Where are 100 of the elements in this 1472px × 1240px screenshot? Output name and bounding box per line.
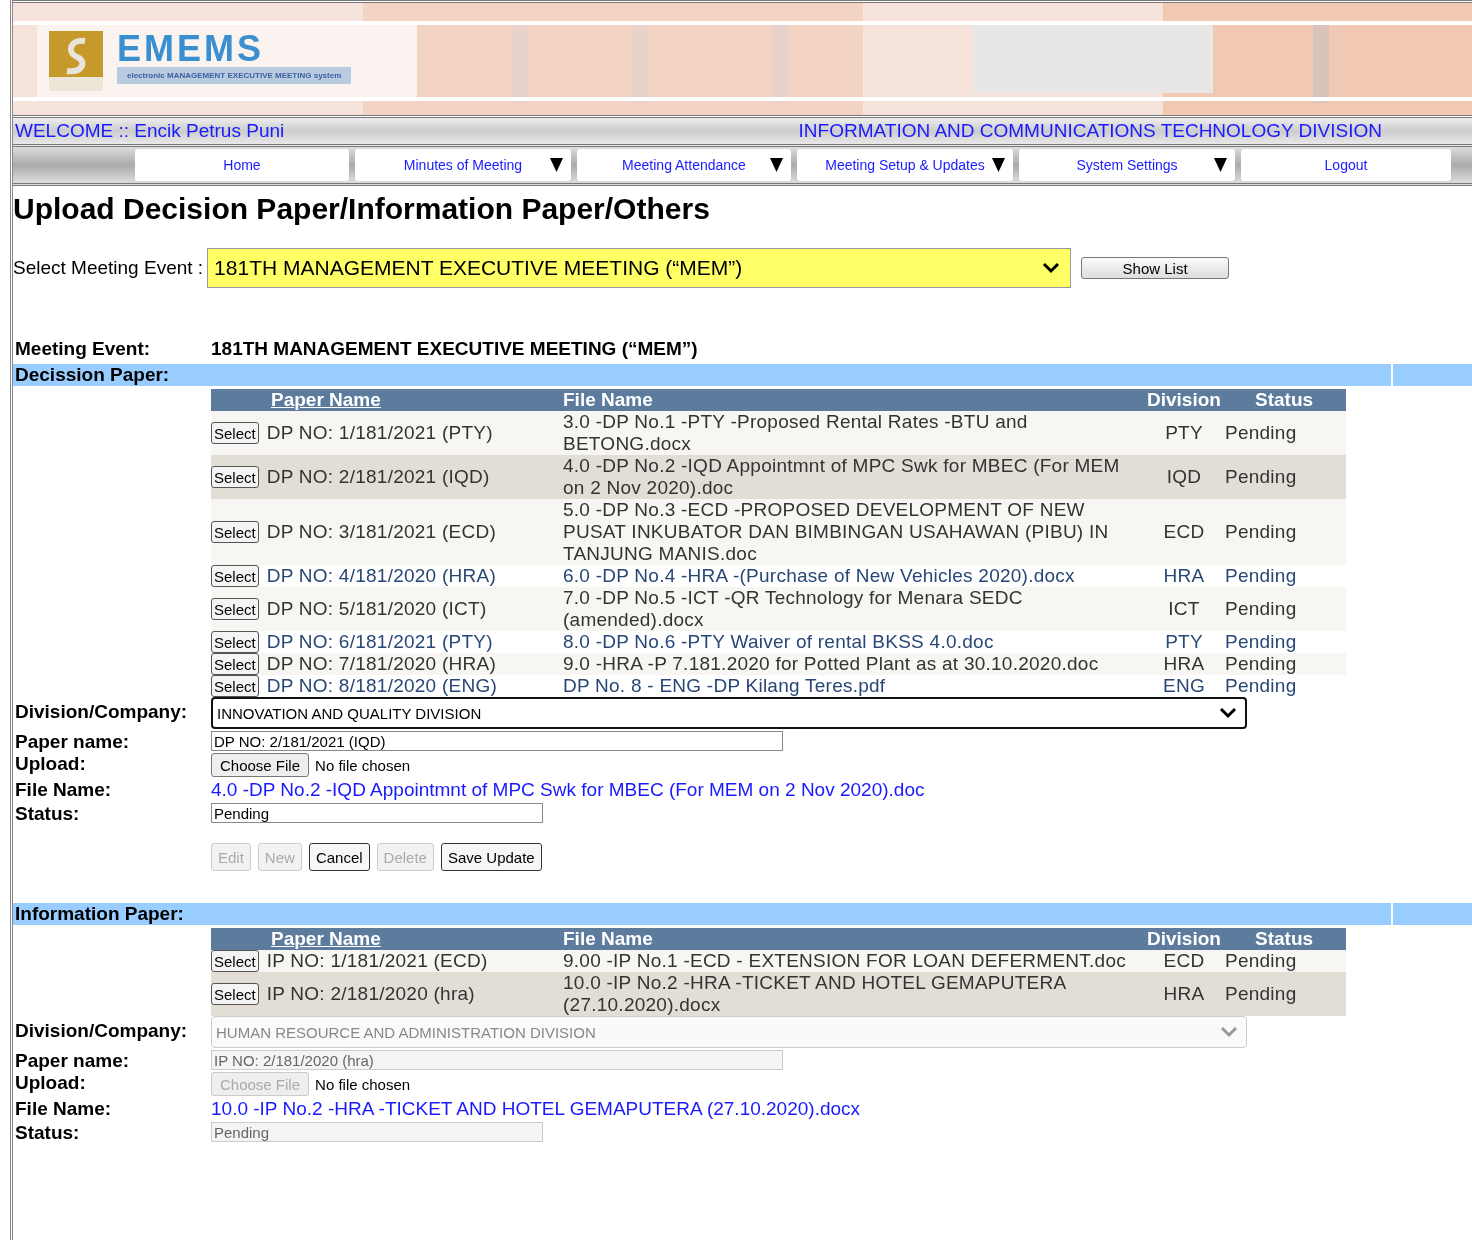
field-label: Status:: [14, 1122, 81, 1144]
file-name: 6.0 -DP No.4 -HRA -(Purchase of New Vehicles 2020).docx: [563, 565, 1075, 586]
field-label: Division/Company:: [14, 1019, 189, 1043]
action-button[interactable]: Save Update: [440, 843, 542, 871]
chevron-icon: [1219, 707, 1237, 719]
no-file-text: No file chosen: [315, 756, 411, 774]
file-name: 4.0 -DP No.2 -IQD Appointmnt of MPC Swk for MBEC (For MEM on 2 Nov 2020).doc: [563, 455, 1120, 498]
field-label: Upload:: [14, 753, 87, 776]
column-header: Division: [1147, 389, 1222, 411]
nav-menu-item[interactable]: System Settings: [1019, 149, 1235, 181]
file-name: DP No. 8 - ENG -DP Kilang Teres.pdf: [563, 675, 886, 696]
action-button[interactable]: Cancel: [308, 843, 370, 871]
select-button[interactable]: Select: [211, 422, 259, 444]
column-header: Division: [1147, 928, 1222, 950]
logo-text: EMEMS: [117, 31, 265, 67]
status-text: Pending: [1225, 653, 1297, 674]
division-name: INFORMATION AND COMMUNICATIONS TECHNOLOGY DIVISION: [798, 120, 1382, 142]
nav-menu-item[interactable]: Home: [135, 149, 349, 181]
table-row[interactable]: Select DP NO: 1/181/2021 (PTY) 3.0 -DP No.1 -PTY -Proposed Rental Rates -BTU and BETONG.docx PTY Pending: [211, 411, 1346, 455]
file-name: 9.0 -HRA -P 7.181.2020 for Potted Plant as at 30.10.2020.doc: [563, 653, 1099, 674]
logo-icon: [49, 31, 103, 91]
division-code: PTY: [1165, 631, 1203, 652]
field-label: Upload:: [14, 1072, 87, 1095]
select-button[interactable]: Select: [211, 598, 259, 620]
select-button[interactable]: Select: [211, 631, 259, 653]
paper-name: IP NO: 2/181/2020 (hra): [266, 983, 475, 1005]
show-list-button[interactable]: Show List: [1081, 257, 1230, 279]
column-header[interactable]: Paper Name: [271, 928, 563, 950]
file-link[interactable]: 4.0 -DP No.2 -IQD Appointmnt of MPC Swk for MBEC (For MEM on 2 Nov 2020).doc: [211, 779, 925, 801]
division-code: PTY: [1165, 422, 1203, 443]
division-dropdown[interactable]: INNOVATION AND QUALITY DIVISION: [211, 697, 1247, 729]
status-field[interactable]: Pending: [211, 803, 543, 823]
table-row[interactable]: Select IP NO: 1/181/2021 (ECD) 9.00 -IP No.1 -ECD - EXTENSION FOR LOAN DEFERMENT.doc ECD Pending: [211, 950, 1346, 972]
select-button[interactable]: Select: [211, 466, 259, 488]
nav-menu-item[interactable]: Meeting Attendance: [577, 149, 791, 181]
status-text: Pending: [1225, 521, 1297, 542]
division-code: IQD: [1166, 466, 1202, 487]
select-button[interactable]: Select: [211, 653, 259, 675]
paper-name-field[interactable]: DP NO: 2/181/2021 (IQD): [211, 731, 783, 751]
caret-icon: [550, 158, 563, 172]
field-label: File Name:: [14, 779, 113, 802]
welcome-text: WELCOME :: Encik Petrus Puni: [15, 120, 285, 142]
nav-menu-item[interactable]: Logout: [1241, 149, 1451, 181]
chevron-icon: [1042, 262, 1061, 274]
paper-name: DP NO: 6/181/2021 (PTY): [266, 631, 493, 653]
caret-icon: [992, 158, 1005, 172]
field-label: Paper name:: [14, 1050, 131, 1072]
field-label: Meeting Event:: [14, 338, 152, 360]
file-name: 7.0 -DP No.5 -ICT -QR Technology for Menara SEDC (amended).docx: [563, 587, 1023, 630]
column-header: File Name: [563, 928, 654, 950]
chevron-icon: [1220, 1026, 1238, 1038]
select-button[interactable]: Select: [211, 521, 259, 543]
paper-name: DP NO: 7/181/2020 (HRA): [266, 653, 496, 675]
select-button[interactable]: Select: [211, 565, 259, 587]
field-label: Select Meeting Event :: [13, 257, 204, 279]
file-name: 9.00 -IP No.1 -ECD - EXTENSION FOR LOAN DEFERMENT.doc: [563, 950, 1126, 971]
logo-tagline: electronic MANAGEMENT EXECUTIVE MEETING system: [117, 67, 352, 84]
select-button[interactable]: Select: [211, 675, 259, 697]
field-label: Status:: [14, 803, 81, 825]
status-text: Pending: [1225, 466, 1297, 487]
column-header: Status: [1255, 389, 1315, 411]
no-file-text: No file chosen: [315, 1075, 411, 1093]
field-label: File Name:: [14, 1098, 113, 1121]
choose-file-button[interactable]: Choose File: [211, 753, 310, 777]
meeting-event-value: 181TH MANAGEMENT EXECUTIVE MEETING (“MEM”): [211, 338, 699, 360]
table-row[interactable]: Select DP NO: 2/181/2021 (IQD) 4.0 -DP No.2 -IQD Appointmnt of MPC Swk for MBEC (For MEM on 2 Nov 2020).doc IQD Pending: [211, 455, 1346, 499]
table-row[interactable]: Select DP NO: 7/181/2020 (HRA) 9.0 -HRA -P 7.181.2020 for Potted Plant as at 30.10.2020.doc HRA Pending: [211, 653, 1346, 675]
paper-name: DP NO: 4/181/2020 (HRA): [266, 565, 496, 587]
table-row[interactable]: Select DP NO: 3/181/2021 (ECD) 5.0 -DP No.3 -ECD -PROPOSED DEVELOPMENT OF NEW PUSAT INKUBATOR DAN BIMBINGAN USAHAWAN (PIBU) IN TANJUNG MANIS.doc ECD Pending: [211, 499, 1346, 565]
field-label: Division/Company:: [14, 700, 189, 724]
meeting-dropdown[interactable]: 181TH MANAGEMENT EXECUTIVE MEETING (“MEM”): [207, 248, 1072, 288]
table-row[interactable]: Select IP NO: 2/181/2020 (hra) 10.0 -IP No.2 -HRA -TICKET AND HOTEL GEMAPUTERA (27.10.2020).docx HRA Pending: [211, 972, 1346, 1016]
select-button[interactable]: Select: [211, 983, 259, 1005]
status-text: Pending: [1225, 950, 1297, 971]
nav-menu-item[interactable]: Meeting Setup & Updates: [797, 149, 1013, 181]
division-code: ECD: [1163, 950, 1205, 971]
status-text: Pending: [1225, 565, 1297, 586]
status-text: Pending: [1225, 675, 1297, 696]
file-name: 5.0 -DP No.3 -ECD -PROPOSED DEVELOPMENT OF NEW PUSAT INKUBATOR DAN BIMBINGAN USAHAWAN (PIBU) IN TANJUNG MANIS.doc: [563, 499, 1109, 564]
division-code: HRA: [1163, 983, 1205, 1004]
table-row[interactable]: Select DP NO: 5/181/2020 (ICT) 7.0 -DP No.5 -ICT -QR Technology for Menara SEDC (amended).docx ICT Pending: [211, 587, 1346, 631]
column-header[interactable]: Paper Name: [271, 389, 563, 411]
caret-icon: [1214, 158, 1227, 172]
page-title: Upload Decision Paper/Information Paper/Others: [13, 192, 711, 226]
column-header: Status: [1255, 928, 1315, 950]
status-text: Pending: [1225, 983, 1297, 1004]
nav-menu-item[interactable]: Minutes of Meeting: [355, 149, 571, 181]
section-header: Information Paper:: [13, 903, 211, 925]
paper-name: IP NO: 1/181/2021 (ECD): [266, 950, 488, 972]
division-code: ENG: [1163, 675, 1205, 696]
field-label: Paper name:: [14, 731, 131, 753]
select-button[interactable]: Select: [211, 950, 259, 972]
column-header: File Name: [563, 389, 654, 411]
division-code: ICT: [1168, 598, 1200, 619]
status-text: Pending: [1225, 598, 1297, 619]
section-header: Decission Paper:: [13, 364, 211, 386]
paper-name: DP NO: 8/181/2020 (ENG): [266, 675, 498, 697]
division-code: HRA: [1163, 565, 1205, 586]
division-code: ECD: [1163, 521, 1205, 542]
paper-name: DP NO: 5/181/2020 (ICT): [266, 598, 487, 620]
